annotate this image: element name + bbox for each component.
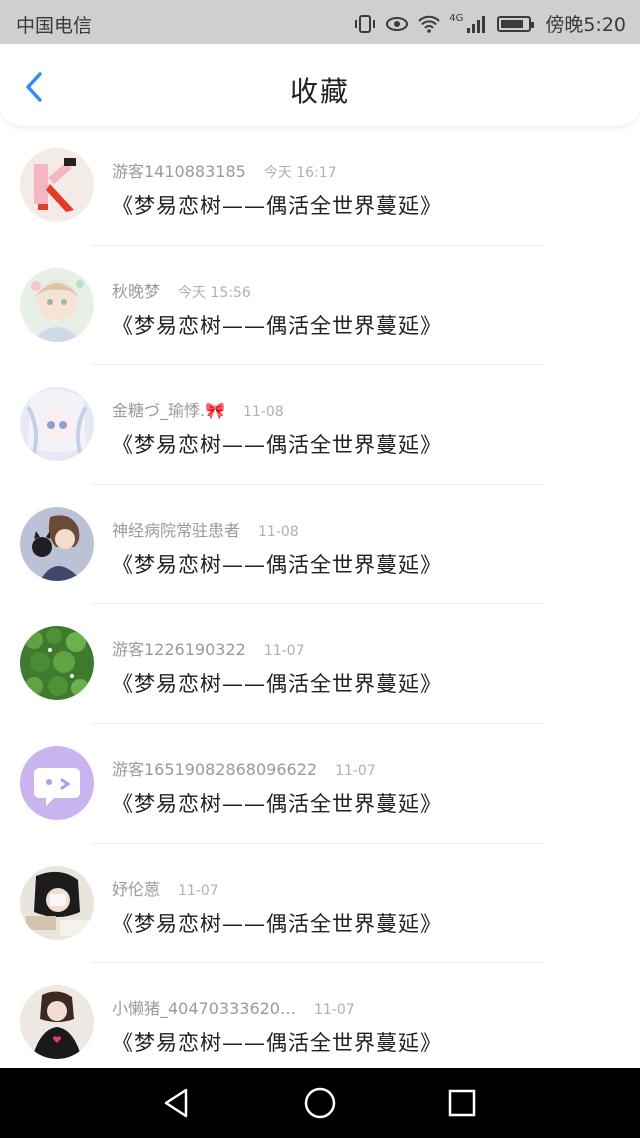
list-item-meta: 游客1226190322 11-07 [112,636,305,660]
clock: 傍晚5:20 [545,14,626,36]
avatar[interactable] [20,387,94,462]
list-item[interactable]: 小懒猪_40470333620… 11-07 《梦易恋树——偶活全世界蔓延》 [0,963,640,1083]
book-title[interactable]: 《梦易恋树——偶活全世界蔓延》 [112,190,442,220]
book-title[interactable]: 《梦易恋树——偶活全世界蔓延》 [112,788,442,818]
vibrate-icon [355,14,376,33]
username: 秋晚梦 [112,281,161,301]
book-title[interactable]: 《梦易恋树——偶活全世界蔓延》 [112,310,442,340]
book-title[interactable]: 《梦易恋树——偶活全世界蔓延》 [112,1027,442,1057]
list-item[interactable]: 游客1226190322 11-07 《梦易恋树——偶活全世界蔓延》 [0,604,640,724]
list-item-meta: 秋晚梦 今天 15:56 [112,278,251,302]
username: 游客1226190322 [112,640,246,660]
timestamp: 11-07 [335,762,376,779]
list-item-meta: 游客1410883185 今天 16:17 [112,158,337,182]
timestamp: 11-07 [313,1002,355,1019]
book-title[interactable]: 《梦易恋树——偶活全世界蔓延》 [112,668,442,698]
username: 游客16519082868096622 [112,759,318,779]
timestamp: 11-08 [258,523,299,540]
list-item[interactable]: 秋晚梦 今天 15:56 《梦易恋树——偶活全世界蔓延》 [0,246,640,366]
signal-icon [467,15,486,33]
list-item[interactable]: 金糖づ_瑜悸.🎀 11-08 《梦易恋树——偶活全世界蔓延》 [0,365,640,485]
avatar[interactable] [20,506,94,581]
timestamp: 11-07 [178,882,219,899]
system-nav-bar [0,1068,640,1138]
timestamp: 11-08 [243,404,284,421]
list-item-meta: 小懒猪_40470333620… 11-07 [112,995,355,1019]
timestamp: 今天 15:56 [178,284,251,301]
list-item-meta: 神经病院常驻患者 11-08 [112,517,299,541]
username: 游客1410883185 [112,162,246,181]
list-item-meta: 游客16519082868096622 11-07 [112,756,376,780]
book-title[interactable]: 《梦易恋树——偶活全世界蔓延》 [112,549,442,579]
wifi-icon [418,15,440,33]
list-item-meta: 金糖づ_瑜悸.🎀 11-08 [112,397,284,421]
eye-icon [386,16,409,31]
avatar[interactable] [20,626,94,701]
timestamp: 11-07 [263,643,305,660]
page-title: 收藏 [289,75,350,108]
back-triangle-icon[interactable] [160,1086,194,1120]
home-circle-icon[interactable] [303,1086,337,1120]
list-item-meta: 妤伦蒽 11-07 [112,876,219,900]
list-item[interactable]: 妤伦蒽 11-07 《梦易恋树——偶活全世界蔓延》 [0,844,640,964]
avatar[interactable] [20,745,94,820]
page-header: 收藏 [0,44,640,126]
avatar[interactable] [20,865,94,940]
book-title[interactable]: 《梦易恋树——偶活全世界蔓延》 [112,429,442,459]
avatar[interactable] [20,267,94,342]
list-item[interactable]: 神经病院常驻患者 11-08 《梦易恋树——偶活全世界蔓延》 [0,485,640,605]
avatar[interactable] [20,985,94,1060]
username: 神经病院常驻患者 [112,520,241,540]
timestamp: 今天 16:17 [263,165,337,181]
status-icons: 4G 傍晚5:20 [353,10,626,37]
username: 小懒猪_40470333620… [112,999,296,1019]
list-item[interactable]: 游客16519082868096622 11-07 《梦易恋树——偶活全世界蔓延》 [0,724,640,844]
book-title[interactable]: 《梦易恋树——偶活全世界蔓延》 [112,908,442,938]
username: 妤伦蒽 [112,879,161,899]
favorites-list: 游客1410883185 今天 16:17 《梦易恋树——偶活全世界蔓延》 秋晚梦… [0,126,640,1083]
recents-square-icon[interactable] [445,1086,479,1120]
avatar[interactable] [20,148,94,222]
list-item[interactable]: 游客1410883185 今天 16:17 《梦易恋树——偶活全世界蔓延》 [0,126,640,246]
carrier-name: 中国电信 [16,15,93,37]
status-bar: 中国电信 4G 傍晚5:20 [0,0,640,44]
username: 金糖づ_瑜悸.🎀 [112,401,226,421]
network-type: 4G [449,13,464,24]
battery-icon [497,15,535,32]
